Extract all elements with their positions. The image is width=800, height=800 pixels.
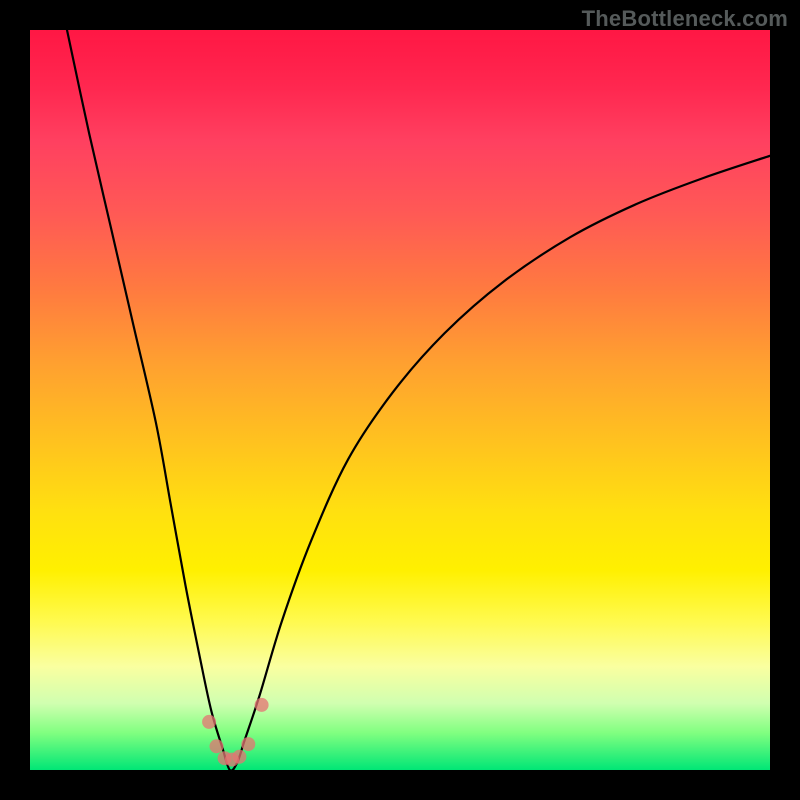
plot-gradient-background	[30, 30, 770, 770]
chart-frame: TheBottleneck.com	[0, 0, 800, 800]
watermark-label: TheBottleneck.com	[582, 6, 788, 32]
